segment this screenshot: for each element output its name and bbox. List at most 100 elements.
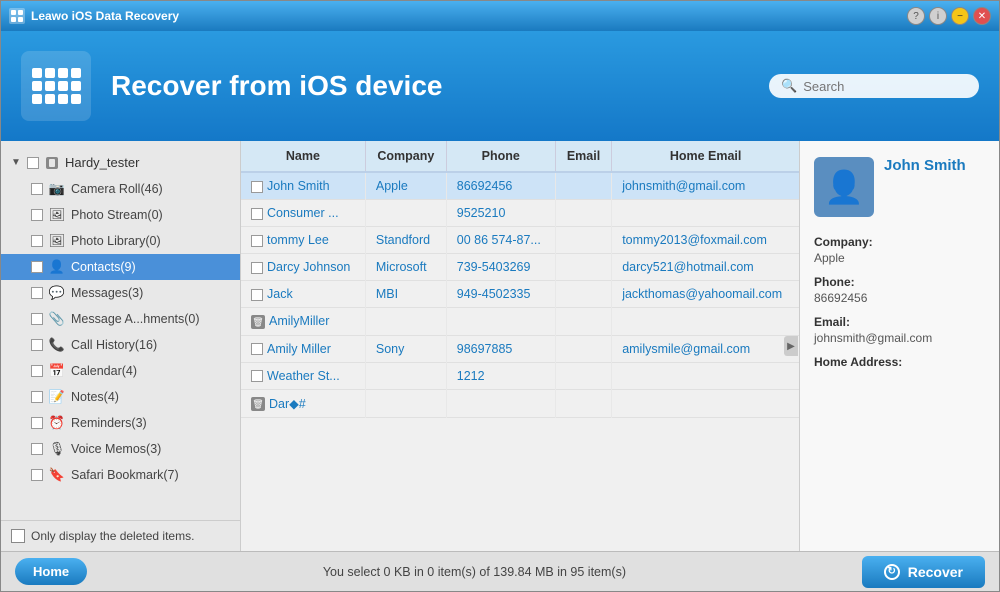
item-checkbox-notes[interactable] — [31, 391, 43, 403]
contact-avatar: 👤 — [814, 157, 874, 217]
cell-home-email — [612, 362, 799, 389]
col-header-name: Name — [241, 141, 365, 172]
table-area: Name Company Phone Email Home Email John… — [241, 141, 799, 551]
cell-phone: 949-4502335 — [446, 281, 555, 308]
cell-name: 🗑Dar◆# — [241, 389, 365, 418]
app-window: Leawo iOS Data Recovery ? i − ✕ Recover … — [0, 0, 1000, 592]
item-checkbox-contacts[interactable] — [31, 261, 43, 273]
minimize-button[interactable]: − — [951, 7, 969, 25]
recover-button[interactable]: ↻ Recover — [862, 556, 985, 588]
cell-home-email: jackthomas@yahoomail.com — [612, 281, 799, 308]
sidebar-item-notes[interactable]: 📝 Notes(4) — [1, 384, 240, 410]
cell-home-email — [612, 200, 799, 227]
cell-phone: 00 86 574-87... — [446, 227, 555, 254]
cell-home-email: johnsmith@gmail.com — [612, 172, 799, 200]
table-row[interactable]: Darcy JohnsonMicrosoft 739-5403269 darcy… — [241, 254, 799, 281]
item-label-calendar: Calendar(4) — [71, 364, 137, 378]
sidebar-item-photo-stream[interactable]: 🖼 Photo Stream(0) — [1, 202, 240, 228]
item-label-photo-stream: Photo Stream(0) — [71, 208, 163, 222]
sidebar-item-calendar[interactable]: 📅 Calendar(4) — [1, 358, 240, 384]
item-label-reminders: Reminders(3) — [71, 416, 147, 430]
table-row[interactable]: tommy LeeStandford 00 86 574-87... tommy… — [241, 227, 799, 254]
sidebar-item-contacts[interactable]: 👤 Contacts(9) — [1, 254, 240, 280]
app-title: Leawo iOS Data Recovery — [31, 9, 179, 23]
title-bar-left: Leawo iOS Data Recovery — [9, 8, 179, 24]
root-checkbox[interactable] — [27, 157, 39, 169]
item-icon-message-attachments: 📎 — [49, 311, 65, 327]
row-checkbox[interactable] — [251, 235, 263, 247]
col-header-company: Company — [365, 141, 446, 172]
sidebar-item-messages[interactable]: 💬 Messages(3) — [1, 280, 240, 306]
header: Recover from iOS device 🔍 — [1, 31, 999, 141]
row-checkbox[interactable] — [251, 262, 263, 274]
cell-home-email: amilysmile@gmail.com — [612, 335, 799, 362]
item-icon-calendar: 📅 — [49, 363, 65, 379]
table-row[interactable]: 🗑Dar◆# — [241, 389, 799, 418]
search-input[interactable] — [803, 79, 963, 94]
sidebar-item-message-attachments[interactable]: 📎 Message A...hments(0) — [1, 306, 240, 332]
table-row[interactable]: John SmithApple 86692456 johnsmith@gmail… — [241, 172, 799, 200]
row-checkbox[interactable] — [251, 181, 263, 193]
table-row[interactable]: Amily MillerSony 98697885 amilysmile@gma… — [241, 335, 799, 362]
table-body: John SmithApple 86692456 johnsmith@gmail… — [241, 172, 799, 418]
title-bar: Leawo iOS Data Recovery ? i − ✕ — [1, 1, 999, 31]
sidebar-footer: Only display the deleted items. — [1, 520, 240, 551]
cell-email — [555, 172, 611, 200]
item-checkbox-photo-library[interactable] — [31, 235, 43, 247]
detail-company-value: Apple — [814, 251, 845, 265]
item-checkbox-calendar[interactable] — [31, 365, 43, 377]
content-area: Name Company Phone Email Home Email John… — [241, 141, 799, 551]
cell-phone: 98697885 — [446, 335, 555, 362]
search-icon: 🔍 — [781, 78, 797, 94]
table-header-row: Name Company Phone Email Home Email — [241, 141, 799, 172]
row-checkbox[interactable] — [251, 208, 263, 220]
item-checkbox-camera-roll[interactable] — [31, 183, 43, 195]
root-label: Hardy_tester — [65, 155, 139, 170]
table-row[interactable]: Consumer ... 9525210 — [241, 200, 799, 227]
home-button[interactable]: Home — [15, 558, 87, 585]
panel-toggle[interactable]: ▶ — [784, 336, 798, 356]
item-checkbox-safari-bookmark[interactable] — [31, 469, 43, 481]
cell-email — [555, 362, 611, 389]
detail-email-value: johnsmith@gmail.com — [814, 331, 932, 345]
item-checkbox-photo-stream[interactable] — [31, 209, 43, 221]
row-checkbox[interactable] — [251, 289, 263, 301]
row-checkbox[interactable] — [251, 370, 263, 382]
item-icon-safari-bookmark: 🔖 — [49, 467, 65, 483]
table-row[interactable]: 🗑AmilyMiller — [241, 308, 799, 336]
row-checkbox[interactable] — [251, 343, 263, 355]
item-checkbox-voice-memos[interactable] — [31, 443, 43, 455]
cell-name: Jack — [241, 281, 365, 308]
detail-panel: 👤 John Smith Company: Apple Phone: 86692… — [799, 141, 999, 551]
info-button[interactable]: i — [929, 7, 947, 25]
deleted-items-checkbox[interactable] — [11, 529, 25, 543]
cell-phone: 86692456 — [446, 172, 555, 200]
table-row[interactable]: JackMBI 949-4502335 jackthomas@yahoomail… — [241, 281, 799, 308]
sidebar-item-photo-library[interactable]: 🖼 Photo Library(0) — [1, 228, 240, 254]
help-button[interactable]: ? — [907, 7, 925, 25]
search-box: 🔍 — [769, 74, 979, 98]
cell-company: Standford — [365, 227, 446, 254]
item-icon-photo-library: 🖼 — [49, 233, 65, 249]
logo-grid — [32, 68, 81, 104]
cell-home-email — [612, 389, 799, 418]
avatar-icon: 👤 — [824, 168, 864, 206]
item-icon-messages: 💬 — [49, 285, 65, 301]
sidebar-root-device[interactable]: ▼ Hardy_tester — [1, 149, 240, 176]
table-row[interactable]: Weather St... 1212 — [241, 362, 799, 389]
sidebar-items: 📷 Camera Roll(46) 🖼 Photo Stream(0) 🖼 Ph… — [1, 176, 240, 488]
cell-name: Weather St... — [241, 362, 365, 389]
close-button[interactable]: ✕ — [973, 7, 991, 25]
item-checkbox-messages[interactable] — [31, 287, 43, 299]
app-icon — [9, 8, 25, 24]
sidebar-item-reminders[interactable]: ⏰ Reminders(3) — [1, 410, 240, 436]
item-checkbox-message-attachments[interactable] — [31, 313, 43, 325]
sidebar-item-camera-roll[interactable]: 📷 Camera Roll(46) — [1, 176, 240, 202]
page-title: Recover from iOS device — [111, 70, 769, 102]
main-area: ▼ Hardy_tester 📷 Camera Roll(46) 🖼 Photo… — [1, 141, 999, 551]
item-checkbox-reminders[interactable] — [31, 417, 43, 429]
sidebar-item-call-history[interactable]: 📞 Call History(16) — [1, 332, 240, 358]
sidebar-item-voice-memos[interactable]: 🎙 Voice Memos(3) — [1, 436, 240, 462]
sidebar-item-safari-bookmark[interactable]: 🔖 Safari Bookmark(7) — [1, 462, 240, 488]
item-checkbox-call-history[interactable] — [31, 339, 43, 351]
